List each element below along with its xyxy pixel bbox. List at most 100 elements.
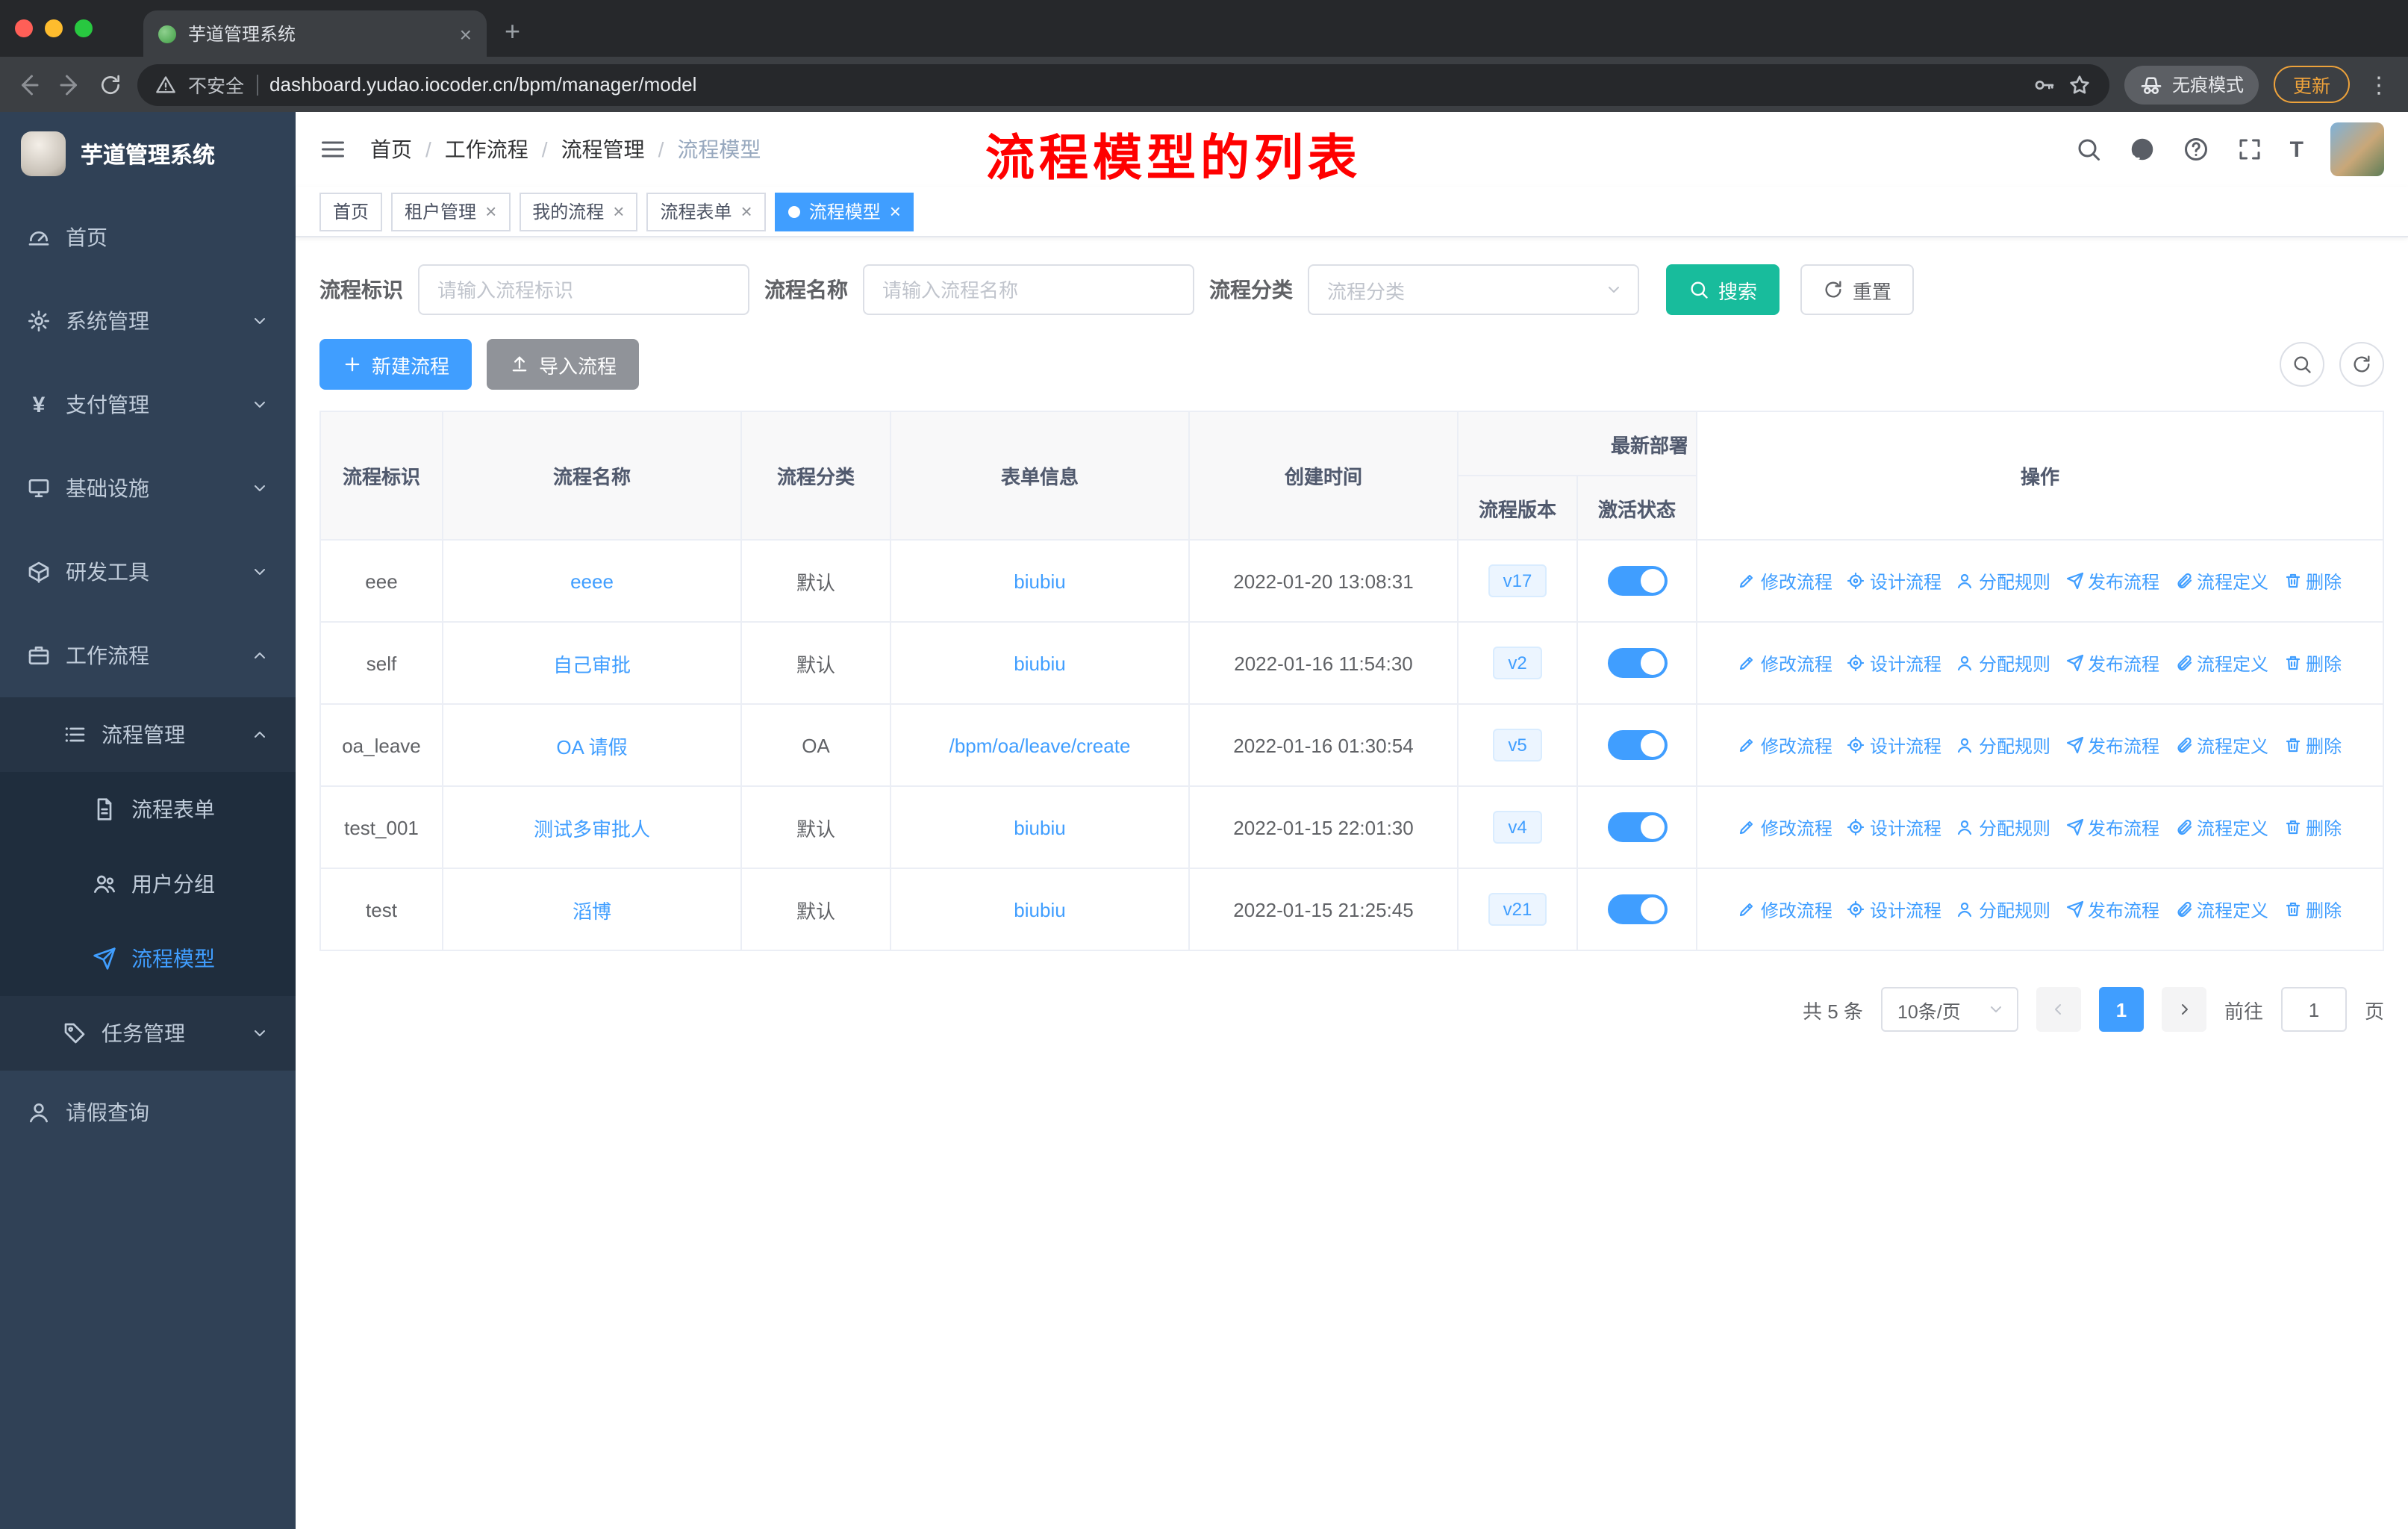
process-category-select[interactable]: 流程分类 bbox=[1308, 264, 1639, 315]
sidebar-item-task-mgmt[interactable]: 任务管理 bbox=[0, 996, 296, 1071]
sidebar-item-system[interactable]: 系统管理 bbox=[0, 279, 296, 363]
process-key-input[interactable] bbox=[418, 264, 749, 315]
design-process-action[interactable]: 设计流程 bbox=[1847, 732, 1941, 758]
breadcrumb-home[interactable]: 首页 bbox=[370, 134, 412, 164]
page-size-select[interactable]: 10条/页 bbox=[1880, 987, 2018, 1032]
sidebar-item-infra[interactable]: 基础设施 bbox=[0, 446, 296, 530]
back-icon[interactable] bbox=[15, 71, 42, 98]
tag-process-form[interactable]: 流程表单 × bbox=[646, 192, 766, 231]
zoom-window-button[interactable] bbox=[75, 19, 93, 37]
process-name-link[interactable]: 测试多审批人 bbox=[534, 818, 650, 840]
page-number-button[interactable]: 1 bbox=[2098, 987, 2144, 1032]
tag-process-model[interactable]: 流程模型 × bbox=[774, 192, 914, 231]
delete-action[interactable]: 删除 bbox=[2283, 650, 2342, 676]
edit-process-action[interactable]: 修改流程 bbox=[1738, 815, 1832, 840]
sidebar-item-user-group[interactable]: 用户分组 bbox=[0, 847, 296, 921]
design-process-action[interactable]: 设计流程 bbox=[1847, 815, 1941, 840]
github-icon[interactable] bbox=[2129, 136, 2156, 163]
design-process-action[interactable]: 设计流程 bbox=[1847, 897, 1941, 922]
goto-page-input[interactable] bbox=[2280, 987, 2347, 1032]
design-process-action[interactable]: 设计流程 bbox=[1847, 568, 1941, 594]
password-key-icon[interactable] bbox=[2032, 72, 2056, 96]
reset-button[interactable]: 重置 bbox=[1800, 264, 1915, 315]
assign-rule-action[interactable]: 分配规则 bbox=[1956, 815, 2050, 840]
browser-menu-icon[interactable]: ⋮ bbox=[2365, 71, 2393, 98]
process-definition-action[interactable]: 流程定义 bbox=[2174, 815, 2268, 840]
sidebar-item-process-form[interactable]: 流程表单 bbox=[0, 772, 296, 847]
design-process-action[interactable]: 设计流程 bbox=[1847, 650, 1941, 676]
help-icon[interactable] bbox=[2183, 136, 2209, 163]
active-toggle[interactable] bbox=[1607, 648, 1667, 678]
assign-rule-action[interactable]: 分配规则 bbox=[1956, 568, 2050, 594]
search-button[interactable]: 搜索 bbox=[1666, 264, 1780, 315]
edit-process-action[interactable]: 修改流程 bbox=[1738, 897, 1832, 922]
delete-action[interactable]: 删除 bbox=[2283, 568, 2342, 594]
close-icon[interactable]: × bbox=[741, 202, 752, 221]
process-definition-action[interactable]: 流程定义 bbox=[2174, 732, 2268, 758]
new-tab-button[interactable]: + bbox=[505, 16, 520, 48]
sidebar-item-payment[interactable]: ¥ 支付管理 bbox=[0, 363, 296, 446]
prev-page-button[interactable] bbox=[2036, 987, 2081, 1032]
form-info-link[interactable]: biubiu bbox=[1014, 570, 1065, 592]
refresh-table-button[interactable] bbox=[2339, 342, 2384, 387]
assign-rule-action[interactable]: 分配规则 bbox=[1956, 732, 2050, 758]
process-name-link[interactable]: OA 请假 bbox=[556, 735, 627, 758]
active-toggle[interactable] bbox=[1607, 894, 1667, 924]
next-page-button[interactable] bbox=[2161, 987, 2206, 1032]
close-icon[interactable]: × bbox=[485, 202, 496, 221]
sidebar-item-process-mgmt[interactable]: 流程管理 bbox=[0, 697, 296, 772]
search-icon[interactable] bbox=[2075, 136, 2102, 163]
sidebar-item-workflow[interactable]: 工作流程 bbox=[0, 614, 296, 697]
close-icon[interactable]: × bbox=[890, 202, 901, 221]
publish-process-action[interactable]: 发布流程 bbox=[2065, 897, 2159, 922]
import-process-button[interactable]: 导入流程 bbox=[487, 339, 640, 390]
process-definition-action[interactable]: 流程定义 bbox=[2174, 650, 2268, 676]
bookmark-star-icon[interactable] bbox=[2068, 72, 2092, 96]
active-toggle[interactable] bbox=[1607, 566, 1667, 596]
font-size-icon[interactable]: T bbox=[2290, 138, 2303, 161]
tag-tenant[interactable]: 租户管理 × bbox=[391, 192, 511, 231]
delete-action[interactable]: 删除 bbox=[2283, 732, 2342, 758]
browser-update-button[interactable]: 更新 bbox=[2273, 66, 2350, 103]
active-toggle[interactable] bbox=[1607, 812, 1667, 842]
delete-action[interactable]: 删除 bbox=[2283, 897, 2342, 922]
forward-icon[interactable] bbox=[57, 71, 84, 98]
delete-action[interactable]: 删除 bbox=[2283, 815, 2342, 840]
process-name-link[interactable]: eeee bbox=[570, 570, 614, 592]
close-window-button[interactable] bbox=[15, 19, 33, 37]
minimize-window-button[interactable] bbox=[45, 19, 63, 37]
assign-rule-action[interactable]: 分配规则 bbox=[1956, 650, 2050, 676]
show-search-button[interactable] bbox=[2280, 342, 2324, 387]
process-definition-action[interactable]: 流程定义 bbox=[2174, 897, 2268, 922]
create-process-button[interactable]: 新建流程 bbox=[319, 339, 472, 390]
url-text[interactable]: dashboard.yudao.iocoder.cn/bpm/manager/m… bbox=[269, 73, 2020, 96]
form-info-link[interactable]: biubiu bbox=[1014, 652, 1065, 674]
breadcrumb-process-mgmt[interactable]: 流程管理 bbox=[561, 134, 645, 164]
sidebar-item-leave-query[interactable]: 请假查询 bbox=[0, 1071, 296, 1154]
active-toggle[interactable] bbox=[1607, 730, 1667, 760]
tag-my-process[interactable]: 我的流程 × bbox=[519, 192, 638, 231]
assign-rule-action[interactable]: 分配规则 bbox=[1956, 897, 2050, 922]
publish-process-action[interactable]: 发布流程 bbox=[2065, 815, 2159, 840]
security-label[interactable]: 不安全 bbox=[188, 70, 244, 99]
publish-process-action[interactable]: 发布流程 bbox=[2065, 732, 2159, 758]
edit-process-action[interactable]: 修改流程 bbox=[1738, 732, 1832, 758]
fullscreen-icon[interactable] bbox=[2236, 136, 2263, 163]
form-info-link[interactable]: /bpm/oa/leave/create bbox=[949, 734, 1131, 756]
edit-process-action[interactable]: 修改流程 bbox=[1738, 650, 1832, 676]
reload-icon[interactable] bbox=[99, 72, 122, 96]
sidebar-item-home[interactable]: 首页 bbox=[0, 196, 296, 279]
tag-home[interactable]: 首页 bbox=[319, 192, 383, 231]
close-icon[interactable]: × bbox=[613, 202, 624, 221]
form-info-link[interactable]: biubiu bbox=[1014, 816, 1065, 838]
sidebar-item-process-model[interactable]: 流程模型 bbox=[0, 921, 296, 996]
form-info-link[interactable]: biubiu bbox=[1014, 898, 1065, 921]
publish-process-action[interactable]: 发布流程 bbox=[2065, 568, 2159, 594]
hamburger-icon[interactable] bbox=[319, 136, 346, 163]
tab-close-icon[interactable]: × bbox=[460, 23, 472, 44]
process-name-link[interactable]: 自己审批 bbox=[553, 653, 631, 676]
user-avatar[interactable] bbox=[2330, 122, 2384, 176]
process-definition-action[interactable]: 流程定义 bbox=[2174, 568, 2268, 594]
breadcrumb-workflow[interactable]: 工作流程 bbox=[445, 134, 528, 164]
edit-process-action[interactable]: 修改流程 bbox=[1738, 568, 1832, 594]
